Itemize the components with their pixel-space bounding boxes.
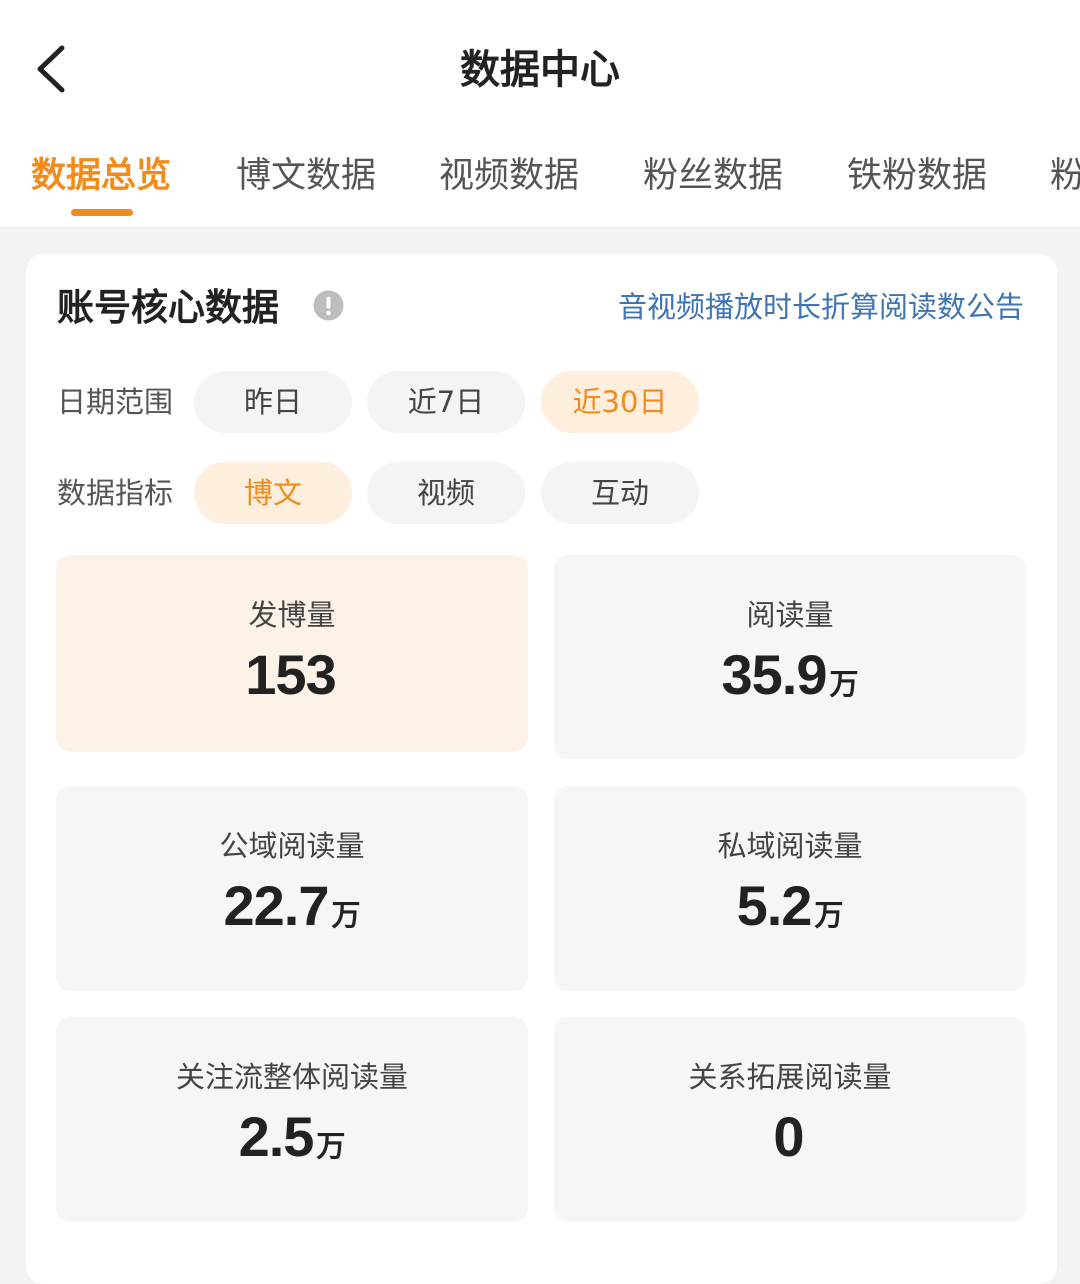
- stat-value: 2.5 万: [238, 1105, 346, 1168]
- stat-card-follow-feed-reads[interactable]: 关注流整体阅读量 2.5 万: [56, 1017, 528, 1222]
- tab-iron-fans-data[interactable]: 铁粉数据: [847, 150, 987, 202]
- tab-bar: 数据总览 博文数据 视频数据 粉丝数据 铁粉数据 粉: [0, 150, 1080, 220]
- stat-value: 153: [245, 643, 336, 706]
- stat-label: 私域阅读量: [717, 829, 863, 863]
- metric-chip-posts[interactable]: 博文: [194, 462, 352, 524]
- stat-card-public-reads[interactable]: 公域阅读量 22.7 万: [56, 786, 528, 991]
- tab-post-data[interactable]: 博文数据: [236, 150, 376, 202]
- stat-value: 22.7 万: [223, 874, 361, 937]
- tab-more-fans[interactable]: 粉: [1050, 150, 1080, 202]
- date-chip-30days[interactable]: 近30日: [541, 371, 699, 433]
- stat-card-reads[interactable]: 阅读量 35.9 万: [554, 555, 1026, 759]
- metric-chip-video[interactable]: 视频: [367, 462, 525, 524]
- stat-value: 35.9 万: [721, 643, 859, 706]
- page-title: 数据中心: [460, 47, 620, 93]
- section-title: 账号核心数据: [57, 286, 279, 329]
- date-chip-7days[interactable]: 近7日: [367, 371, 525, 433]
- stat-value: 5.2 万: [736, 874, 844, 937]
- stat-label: 关注流整体阅读量: [175, 1060, 408, 1094]
- tab-fans-data[interactable]: 粉丝数据: [643, 150, 783, 202]
- info-icon[interactable]: [313, 290, 344, 321]
- stat-card-posts[interactable]: 发博量 153: [56, 555, 528, 752]
- date-range-label: 日期范围: [57, 385, 174, 419]
- metric-chip-interaction[interactable]: 互动: [541, 462, 699, 524]
- date-chip-yesterday[interactable]: 昨日: [194, 371, 352, 433]
- stat-label: 阅读量: [746, 598, 834, 632]
- tab-video-data[interactable]: 视频数据: [439, 150, 579, 202]
- metric-label: 数据指标: [57, 476, 174, 510]
- stat-card-relation-reads[interactable]: 关系拓展阅读量 0: [554, 1017, 1026, 1222]
- notice-link[interactable]: 音视频播放时长折算阅读数公告: [618, 284, 1024, 330]
- top-bar: 数据中心 数据总览 博文数据 视频数据 粉丝数据 铁粉数据 粉: [0, 0, 1080, 228]
- stat-card-private-reads[interactable]: 私域阅读量 5.2 万: [554, 786, 1026, 991]
- stat-label: 公域阅读量: [219, 829, 365, 863]
- stat-value: 0: [773, 1105, 804, 1168]
- stat-label: 发博量: [248, 598, 336, 632]
- tab-overview[interactable]: 数据总览: [31, 150, 171, 202]
- active-tab-indicator: [71, 209, 133, 216]
- stat-label: 关系拓展阅读量: [688, 1060, 892, 1094]
- core-data-card: 账号核心数据 音视频播放时长折算阅读数公告 日期范围 昨日 近7日 近30日 数…: [26, 254, 1057, 1284]
